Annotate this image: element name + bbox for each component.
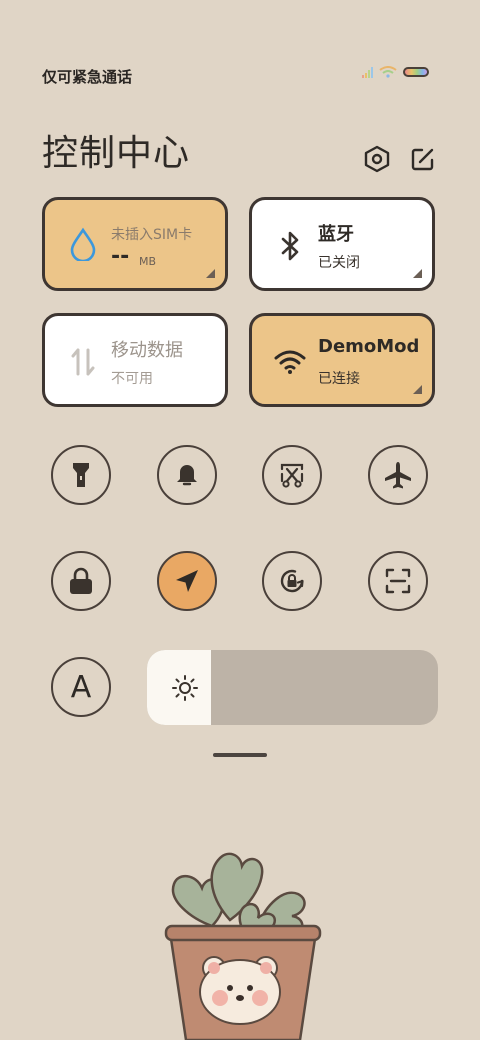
rotation-lock-toggle[interactable]	[262, 551, 322, 611]
wifi-icon	[379, 66, 397, 78]
settings-button[interactable]	[362, 144, 392, 174]
auto-brightness-toggle[interactable]: A	[51, 657, 111, 717]
wifi-tile[interactable]: DemoMod 已连接	[249, 313, 435, 407]
data-usage-unit: MB	[139, 255, 157, 268]
airplane-toggle[interactable]	[368, 445, 428, 505]
status-carrier-text: 仅可紧急通话	[42, 68, 133, 86]
wifi-icon	[274, 350, 306, 374]
location-toggle[interactable]	[157, 551, 217, 611]
flashlight-toggle[interactable]	[51, 445, 111, 505]
water-drop-icon	[70, 227, 96, 261]
silent-toggle[interactable]	[157, 445, 217, 505]
brightness-fill	[147, 650, 212, 725]
battery-icon	[403, 67, 429, 77]
status-icons	[362, 66, 429, 78]
page-title: 控制中心	[42, 133, 191, 174]
sun-icon	[172, 675, 198, 701]
expand-corner-icon	[413, 269, 422, 278]
plant-pot-illustration	[164, 852, 322, 1040]
brightness-slider[interactable]	[147, 650, 438, 725]
mobile-data-status: 不可用	[111, 371, 153, 387]
bluetooth-tile[interactable]: 蓝牙 已关闭	[249, 197, 435, 291]
lock-screen-toggle[interactable]	[51, 551, 111, 611]
tile-sim-label: 未插入SIM卡	[111, 227, 193, 243]
mobile-data-title: 移动数据	[111, 340, 183, 361]
expand-corner-icon	[206, 269, 215, 278]
screenshot-scissors-icon	[280, 463, 304, 488]
panel-drag-handle[interactable]	[213, 753, 267, 757]
data-arrows-icon	[71, 348, 95, 376]
expand-corner-icon	[413, 385, 422, 394]
edit-icon	[411, 148, 434, 171]
hexagon-settings-icon	[364, 145, 390, 173]
signal-icon	[362, 66, 373, 78]
lock-icon	[70, 567, 92, 594]
auto-brightness-label: A	[70, 669, 92, 705]
bluetooth-status: 已关闭	[318, 255, 360, 271]
mobile-data-tile[interactable]: 移动数据 不可用	[42, 313, 228, 407]
data-usage-tile[interactable]: 未插入SIM卡 -- MB	[42, 197, 228, 291]
data-usage-value: --	[111, 244, 130, 269]
location-icon	[176, 570, 198, 592]
bell-icon	[177, 465, 197, 486]
airplane-icon	[385, 462, 411, 489]
bluetooth-icon	[281, 231, 299, 261]
screenshot-toggle[interactable]	[262, 445, 322, 505]
wifi-network-name: DemoMod	[318, 336, 420, 357]
scan-icon	[385, 568, 411, 594]
wifi-status: 已连接	[318, 371, 360, 387]
edit-button[interactable]	[408, 144, 438, 174]
flashlight-icon	[73, 463, 89, 487]
bluetooth-title: 蓝牙	[318, 224, 354, 245]
scanner-toggle[interactable]	[368, 551, 428, 611]
rotation-lock-icon	[280, 569, 304, 593]
